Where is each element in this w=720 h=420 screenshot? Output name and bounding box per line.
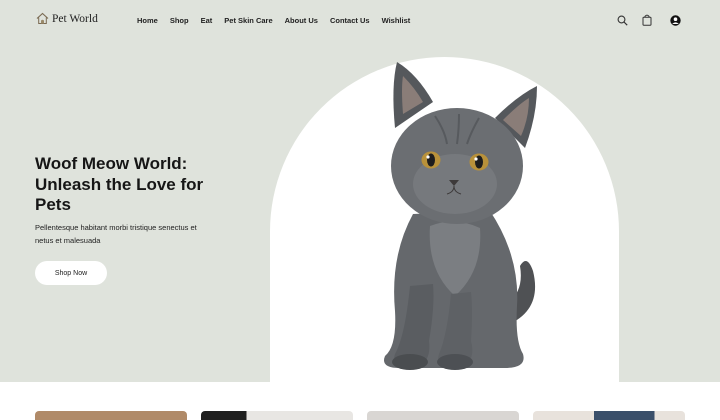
header-icons (617, 14, 681, 26)
house-logo-icon (36, 12, 49, 24)
nav-wishlist[interactable]: Wishlist (382, 16, 411, 25)
nav-home[interactable]: Home (137, 16, 158, 25)
category-card[interactable] (367, 411, 519, 420)
nav-about-us[interactable]: About Us (285, 16, 318, 25)
logo-text: Pet World (52, 12, 98, 25)
category-card[interactable] (35, 411, 187, 420)
user-icon[interactable] (670, 14, 681, 26)
logo[interactable]: Pet World (36, 12, 98, 25)
category-cards-strip (0, 411, 720, 420)
category-card[interactable] (201, 411, 353, 420)
category-card[interactable] (533, 411, 685, 420)
nav-contact-us[interactable]: Contact Us (330, 16, 370, 25)
search-icon[interactable] (617, 15, 628, 26)
kitten-image (384, 62, 537, 370)
shop-now-button[interactable]: Shop Now (35, 261, 107, 285)
main-nav: Home Shop Eat Pet Skin Care About Us Con… (137, 16, 410, 25)
nav-shop[interactable]: Shop (170, 16, 189, 25)
nav-pet-skin-care[interactable]: Pet Skin Care (224, 16, 272, 25)
hero-subtitle: Pellentesque habitant morbi tristique se… (35, 223, 197, 245)
shopping-bag-icon[interactable] (642, 14, 652, 26)
site-header: Pet World Home Shop Eat Pet Skin Care Ab… (0, 0, 720, 42)
hero-title: Woof Meow World: Unleash the Love for Pe… (35, 154, 204, 214)
nav-eat[interactable]: Eat (201, 16, 213, 25)
